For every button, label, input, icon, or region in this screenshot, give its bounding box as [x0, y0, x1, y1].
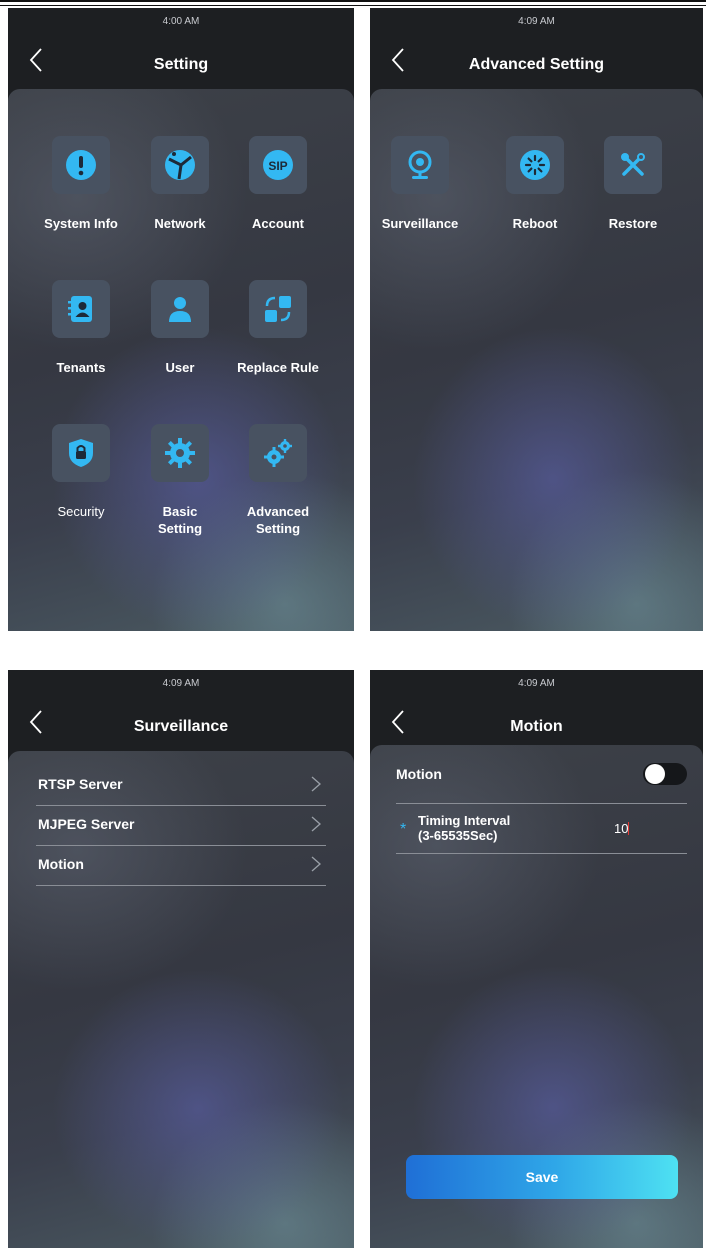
tenants-label: Tenants	[56, 360, 106, 375]
motion-toggle-row: Motion	[396, 745, 687, 804]
top-rule-thin	[0, 5, 706, 6]
account-label: Account	[252, 216, 304, 231]
contacts-icon	[68, 296, 92, 322]
reboot-label: Reboot	[512, 216, 558, 231]
user-icon	[169, 297, 191, 322]
surveillance-item[interactable]: Surveillance	[370, 136, 470, 232]
status-time: 4:00 AM	[162, 16, 200, 27]
surveillance-screen: 4:09 AM Surveillance RTSP Server MJPEG S…	[8, 670, 354, 1248]
reboot-item[interactable]: Reboot	[485, 136, 585, 232]
network-icon	[165, 150, 195, 180]
advanced-panel: Surveillance Reboot Restore	[370, 89, 703, 631]
basic-setting-item[interactable]: Basic Setting	[130, 424, 230, 537]
status-time: 4:09 AM	[518, 16, 555, 27]
advanced-setting-screen: 4:09 AM Advanced Setting Surveillance Re…	[370, 8, 703, 631]
settings-panel: System Info Network SIP Account Tenants …	[8, 89, 354, 631]
page-title: Motion	[510, 718, 563, 735]
chevron-right-icon	[311, 856, 321, 872]
motion-panel: Motion * Timing Interval (3-65535Sec) 10…	[370, 745, 703, 1248]
rtsp-server-label: RTSP Server	[38, 776, 123, 792]
svg-text:SIP: SIP	[268, 159, 287, 173]
shield-lock-icon	[69, 439, 93, 467]
rtsp-server-row[interactable]: RTSP Server	[36, 765, 326, 806]
user-item[interactable]: User	[130, 280, 230, 376]
timing-interval-label-line1: Timing Interval	[418, 813, 511, 828]
account-item[interactable]: SIP Account	[228, 136, 328, 232]
timing-interval-input[interactable]: 10	[614, 821, 674, 839]
status-time: 4:09 AM	[518, 678, 555, 689]
security-label: Security	[57, 504, 105, 519]
text-cursor	[628, 822, 630, 835]
motion-screen: 4:09 AM Motion Motion * Timing Interval …	[370, 670, 703, 1248]
motion-toggle[interactable]	[643, 763, 687, 785]
user-label: User	[165, 360, 195, 375]
required-mark: *	[400, 821, 407, 838]
sip-icon: SIP	[263, 150, 293, 180]
mjpeg-server-label: MJPEG Server	[38, 816, 135, 832]
system-info-item[interactable]: System Info	[31, 136, 131, 232]
system-info-label: System Info	[44, 216, 118, 231]
gear-icon	[165, 438, 195, 468]
status-time: 4:09 AM	[162, 678, 200, 689]
replace-rule-label: Replace Rule	[237, 360, 319, 375]
chevron-right-icon	[311, 776, 321, 792]
replace-rule-item[interactable]: Replace Rule	[228, 280, 328, 376]
toggle-knob	[645, 764, 665, 784]
top-rule	[0, 0, 706, 2]
timing-interval-value: 10	[614, 821, 629, 836]
info-icon	[66, 150, 96, 180]
timing-interval-row: * Timing Interval (3-65535Sec) 10	[396, 803, 687, 854]
network-label: Network	[154, 216, 206, 231]
motion-toggle-label: Motion	[396, 766, 442, 782]
basic-setting-label-text: Basic Setting	[157, 504, 203, 536]
camera-icon	[408, 150, 432, 179]
page-title: Surveillance	[133, 718, 229, 735]
page-title: Setting	[153, 56, 209, 73]
setting-screen: 4:00 AM Setting System Info Network SIP …	[8, 8, 354, 631]
restore-label: Restore	[608, 216, 658, 231]
mjpeg-server-row[interactable]: MJPEG Server	[36, 805, 326, 846]
basic-setting-label: Basic Setting	[130, 503, 230, 537]
surveillance-label: Surveillance	[381, 216, 459, 231]
motion-label: Motion	[38, 856, 84, 872]
tools-icon	[621, 153, 645, 176]
timing-interval-label-line2: (3-65535Sec)	[418, 828, 498, 843]
security-item[interactable]: Security	[31, 424, 131, 520]
gears-icon	[264, 439, 292, 467]
reboot-icon	[520, 150, 550, 180]
advanced-setting-item[interactable]: Advanced Setting	[228, 424, 328, 537]
save-button[interactable]: Save	[406, 1155, 678, 1199]
advanced-setting-label-text: Advanced Setting	[246, 504, 310, 536]
motion-row[interactable]: Motion	[36, 845, 326, 886]
tenants-item[interactable]: Tenants	[31, 280, 131, 376]
replace-icon	[265, 296, 291, 322]
network-item[interactable]: Network	[130, 136, 230, 232]
page-title: Advanced Setting	[468, 56, 605, 73]
advanced-setting-label: Advanced Setting	[228, 503, 328, 537]
restore-item[interactable]: Restore	[583, 136, 683, 232]
chevron-right-icon	[311, 816, 321, 832]
surveillance-panel: RTSP Server MJPEG Server Motion	[8, 751, 354, 1248]
timing-interval-label: Timing Interval (3-65535Sec)	[418, 813, 510, 843]
